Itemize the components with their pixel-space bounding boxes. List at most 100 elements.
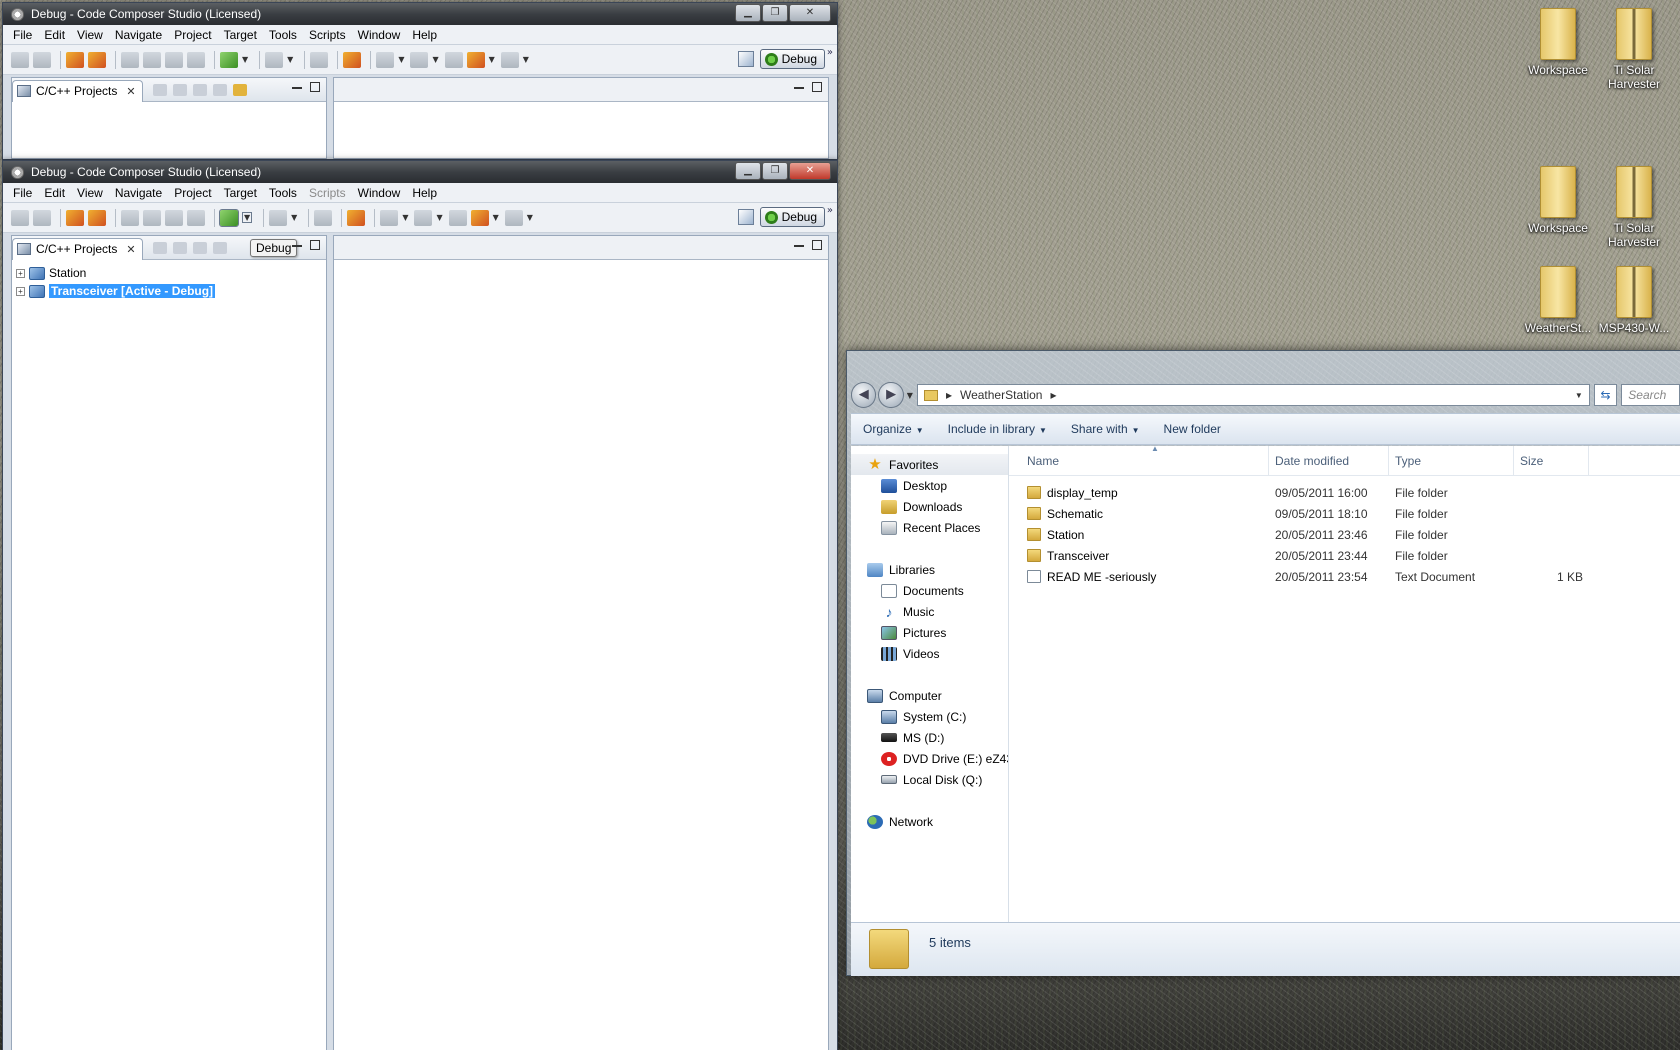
prev-annotation-icon[interactable] xyxy=(410,51,429,68)
desktop-icon-ti-solar-harvester[interactable]: Ti Solar Harvester xyxy=(1596,166,1672,249)
refresh-button[interactable]: ⇆ xyxy=(1593,384,1618,406)
menu-navigate[interactable]: Navigate xyxy=(109,186,168,200)
back-icon[interactable] xyxy=(470,209,489,226)
maximize-view-icon[interactable] xyxy=(812,240,822,250)
menu-scripts[interactable]: Scripts xyxy=(303,186,352,200)
window-titlebar[interactable]: Debug - Code Composer Studio (Licensed) … xyxy=(3,3,837,25)
build-icon[interactable] xyxy=(66,209,84,226)
column-size[interactable]: Size xyxy=(1514,446,1589,475)
edit-icon[interactable] xyxy=(310,51,329,68)
save-icon[interactable] xyxy=(11,209,29,226)
desktop-icon-workspace[interactable]: Workspace xyxy=(1520,8,1596,77)
menu-help[interactable]: Help xyxy=(406,28,443,42)
next-annotation-icon[interactable] xyxy=(376,51,395,68)
file-row[interactable]: Transceiver 20/05/2011 23:44 File folder xyxy=(1009,545,1680,566)
debug-icon[interactable] xyxy=(220,51,238,68)
last-edit-icon[interactable] xyxy=(448,209,467,226)
nav-libraries[interactable]: Libraries xyxy=(851,559,1008,580)
build-icon[interactable] xyxy=(66,51,84,68)
reload-icon[interactable] xyxy=(187,51,205,68)
file-row[interactable]: READ ME -seriously 20/05/2011 23:54 Text… xyxy=(1009,566,1680,587)
next-annotation-icon[interactable] xyxy=(380,209,399,226)
nav-recent-places[interactable]: Recent Places xyxy=(851,517,1008,538)
minimize-view-icon[interactable] xyxy=(794,86,804,89)
column-date-modified[interactable]: Date modified xyxy=(1269,446,1389,475)
load-icon[interactable] xyxy=(165,51,183,68)
maximize-view-icon[interactable] xyxy=(310,82,320,92)
rebuild-icon[interactable] xyxy=(88,51,106,68)
menu-tools[interactable]: Tools xyxy=(263,28,303,42)
tab-cpp-projects[interactable]: C/C++ Projects ✕ xyxy=(12,79,143,102)
menu-tools[interactable]: Tools xyxy=(263,186,303,200)
debug-perspective-button[interactable]: Debug xyxy=(759,49,825,69)
chevron-icon[interactable]: » xyxy=(827,47,833,58)
run-icon[interactable] xyxy=(269,209,288,226)
menu-file[interactable]: File xyxy=(7,186,38,200)
minimize-view-icon[interactable] xyxy=(794,244,804,247)
share-with-button[interactable]: Share with ▼ xyxy=(1071,422,1140,436)
collapse-all-icon[interactable] xyxy=(212,83,227,96)
close-icon[interactable]: ✕ xyxy=(126,243,135,256)
include-in-library-button[interactable]: Include in library ▼ xyxy=(948,422,1047,436)
window-titlebar[interactable]: Debug - Code Composer Studio (Licensed) … xyxy=(3,161,837,183)
connect-icon[interactable] xyxy=(121,51,139,68)
desktop-icon-weatherstation[interactable]: WeatherSt... xyxy=(1520,266,1596,335)
save-icon[interactable] xyxy=(11,51,29,68)
menu-view[interactable]: View xyxy=(71,186,109,200)
nav-drive-c[interactable]: System (C:) xyxy=(851,706,1008,727)
reload-icon[interactable] xyxy=(187,209,205,226)
forward-icon[interactable] xyxy=(504,209,523,226)
rebuild-icon[interactable] xyxy=(88,209,106,226)
target-icon[interactable] xyxy=(143,209,161,226)
menu-edit[interactable]: Edit xyxy=(38,28,71,42)
tab-cpp-projects[interactable]: C/C++ Projects ✕ xyxy=(12,237,143,260)
desktop-icon-workspace[interactable]: Workspace xyxy=(1520,166,1596,235)
explorer-window[interactable]: ◀ ▶ ▼ ▸ WeatherStation ▸ ▼ ⇆ Search Orga… xyxy=(846,350,1680,976)
collapse-all-icon[interactable] xyxy=(212,241,227,254)
recent-pages-icon[interactable]: ▼ xyxy=(907,391,913,400)
minimize-button[interactable]: ▁ xyxy=(735,4,761,22)
nav-downloads[interactable]: Downloads xyxy=(851,496,1008,517)
nav-computer[interactable]: Computer xyxy=(851,685,1008,706)
forward-icon[interactable] xyxy=(172,241,187,254)
menu-edit[interactable]: Edit xyxy=(38,186,71,200)
close-button[interactable]: ✕ xyxy=(789,4,831,22)
organize-button[interactable]: Organize ▼ xyxy=(863,422,924,436)
search-input[interactable]: Search xyxy=(1621,384,1680,406)
print-icon[interactable] xyxy=(33,209,51,226)
nav-drive-q[interactable]: Local Disk (Q:) xyxy=(851,769,1008,790)
back-icon[interactable] xyxy=(466,51,485,68)
pin-icon[interactable] xyxy=(347,209,366,226)
prev-annotation-icon[interactable] xyxy=(414,209,433,226)
menu-file[interactable]: File xyxy=(7,28,38,42)
chevron-icon[interactable]: » xyxy=(827,205,833,216)
nav-videos[interactable]: Videos xyxy=(851,643,1008,664)
nav-favorites[interactable]: ★ Favorites xyxy=(851,454,1008,475)
forward-icon[interactable] xyxy=(500,51,519,68)
address-bar[interactable]: ▸ WeatherStation ▸ ▼ xyxy=(916,384,1590,406)
desktop-icon-msp430[interactable]: MSP430-W... xyxy=(1596,266,1672,335)
close-icon[interactable]: ✕ xyxy=(126,85,135,98)
link-editor-icon[interactable] xyxy=(232,83,247,96)
connect-icon[interactable] xyxy=(121,209,139,226)
menu-navigate[interactable]: Navigate xyxy=(109,28,168,42)
ccs-window-front[interactable]: Debug - Code Composer Studio (Licensed) … xyxy=(2,160,838,1050)
nav-drive-d[interactable]: MS (D:) xyxy=(851,727,1008,748)
menu-project[interactable]: Project xyxy=(168,28,217,42)
menu-target[interactable]: Target xyxy=(218,28,263,42)
restore-button[interactable]: ❐ xyxy=(762,162,788,180)
nav-documents[interactable]: Documents xyxy=(851,580,1008,601)
nav-network[interactable]: Network xyxy=(851,811,1008,832)
column-type[interactable]: Type xyxy=(1389,446,1514,475)
up-icon[interactable] xyxy=(192,241,207,254)
column-name[interactable]: Name xyxy=(1009,446,1269,475)
breadcrumb[interactable]: WeatherStation xyxy=(960,388,1043,402)
nav-drive-e[interactable]: DVD Drive (E:) eZ430 xyxy=(851,748,1008,769)
last-edit-icon[interactable] xyxy=(444,51,463,68)
debug-icon[interactable] xyxy=(219,208,239,227)
restore-button[interactable]: ❐ xyxy=(762,4,788,22)
minimize-view-icon[interactable] xyxy=(292,244,302,247)
breadcrumb-arrow-icon[interactable]: ▸ xyxy=(946,388,952,402)
edit-icon[interactable] xyxy=(314,209,333,226)
file-row[interactable]: Station 20/05/2011 23:46 File folder xyxy=(1009,524,1680,545)
